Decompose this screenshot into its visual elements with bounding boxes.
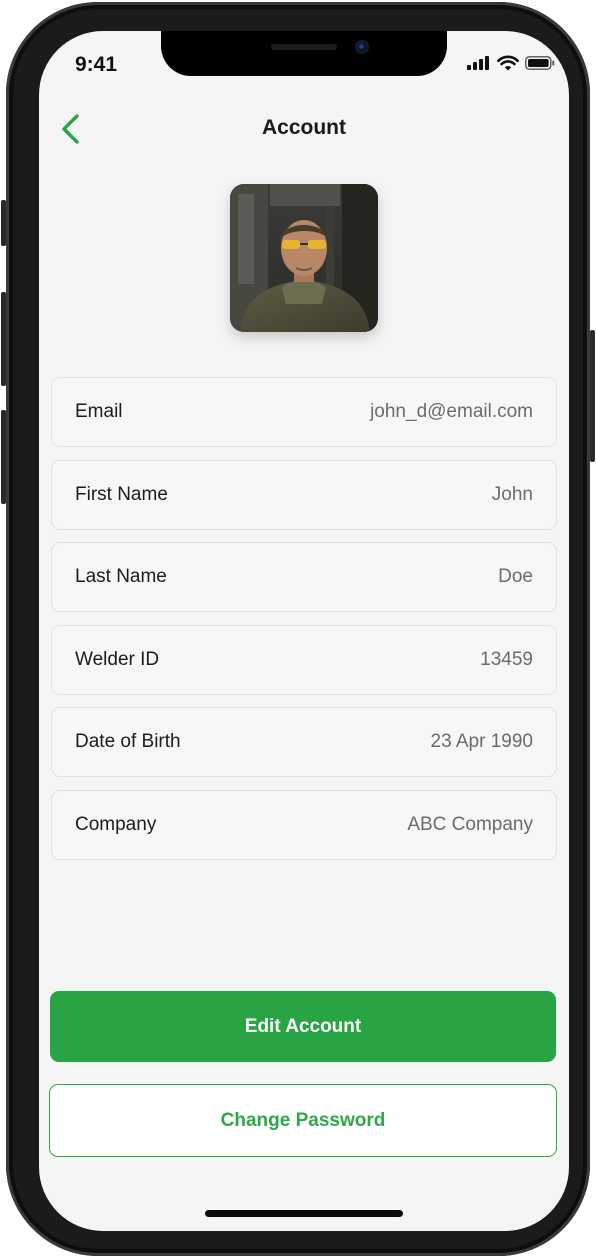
edit-account-button[interactable]: Edit Account xyxy=(50,991,556,1062)
volume-up-button xyxy=(1,292,6,386)
field-label: Email xyxy=(75,401,123,422)
field-value: john_d@email.com xyxy=(370,401,533,422)
field-row-welder-id: Welder ID 13459 xyxy=(51,624,557,695)
page-title: Account xyxy=(262,116,346,139)
field-row-first-name: First Name John xyxy=(51,459,557,530)
field-value: John xyxy=(491,483,533,505)
field-label: Welder ID xyxy=(75,648,160,670)
field-row-email: Email john_d@email.com xyxy=(51,377,557,447)
field-label: Last Name xyxy=(75,566,167,588)
field-value: Doe xyxy=(498,566,533,588)
screen: 9:41 Account Email john_d@email.com Firs… xyxy=(39,31,569,1231)
field-row-last-name: Last Name Doe xyxy=(51,542,557,613)
front-camera xyxy=(355,40,369,54)
home-indicator[interactable] xyxy=(205,1210,403,1217)
field-row-date-of-birth: Date of Birth 23 Apr 1990 xyxy=(51,707,557,778)
field-label: First Name xyxy=(75,483,168,505)
signal-icon xyxy=(467,56,489,70)
power-button xyxy=(590,330,595,462)
wifi-icon xyxy=(497,55,519,71)
status-icons xyxy=(467,55,555,71)
silent-switch xyxy=(1,200,6,246)
avatar[interactable] xyxy=(230,184,378,332)
volume-down-button xyxy=(1,410,6,504)
field-value: ABC Company xyxy=(407,813,533,835)
field-label: Date of Birth xyxy=(75,731,181,753)
field-row-company: Company ABC Company xyxy=(51,789,557,860)
profile-photo xyxy=(230,184,378,332)
battery-icon xyxy=(525,56,555,70)
phone-frame: 9:41 Account Email john_d@email.com Firs… xyxy=(1,2,595,1256)
notch xyxy=(161,31,447,76)
field-value: 23 Apr 1990 xyxy=(430,731,533,753)
account-fields: Email john_d@email.com First Name John L… xyxy=(51,377,557,873)
field-value: 13459 xyxy=(480,648,533,670)
speaker xyxy=(271,44,337,50)
status-time: 9:41 xyxy=(75,53,118,76)
field-label: Company xyxy=(75,813,157,835)
change-password-button[interactable]: Change Password xyxy=(49,1084,557,1157)
